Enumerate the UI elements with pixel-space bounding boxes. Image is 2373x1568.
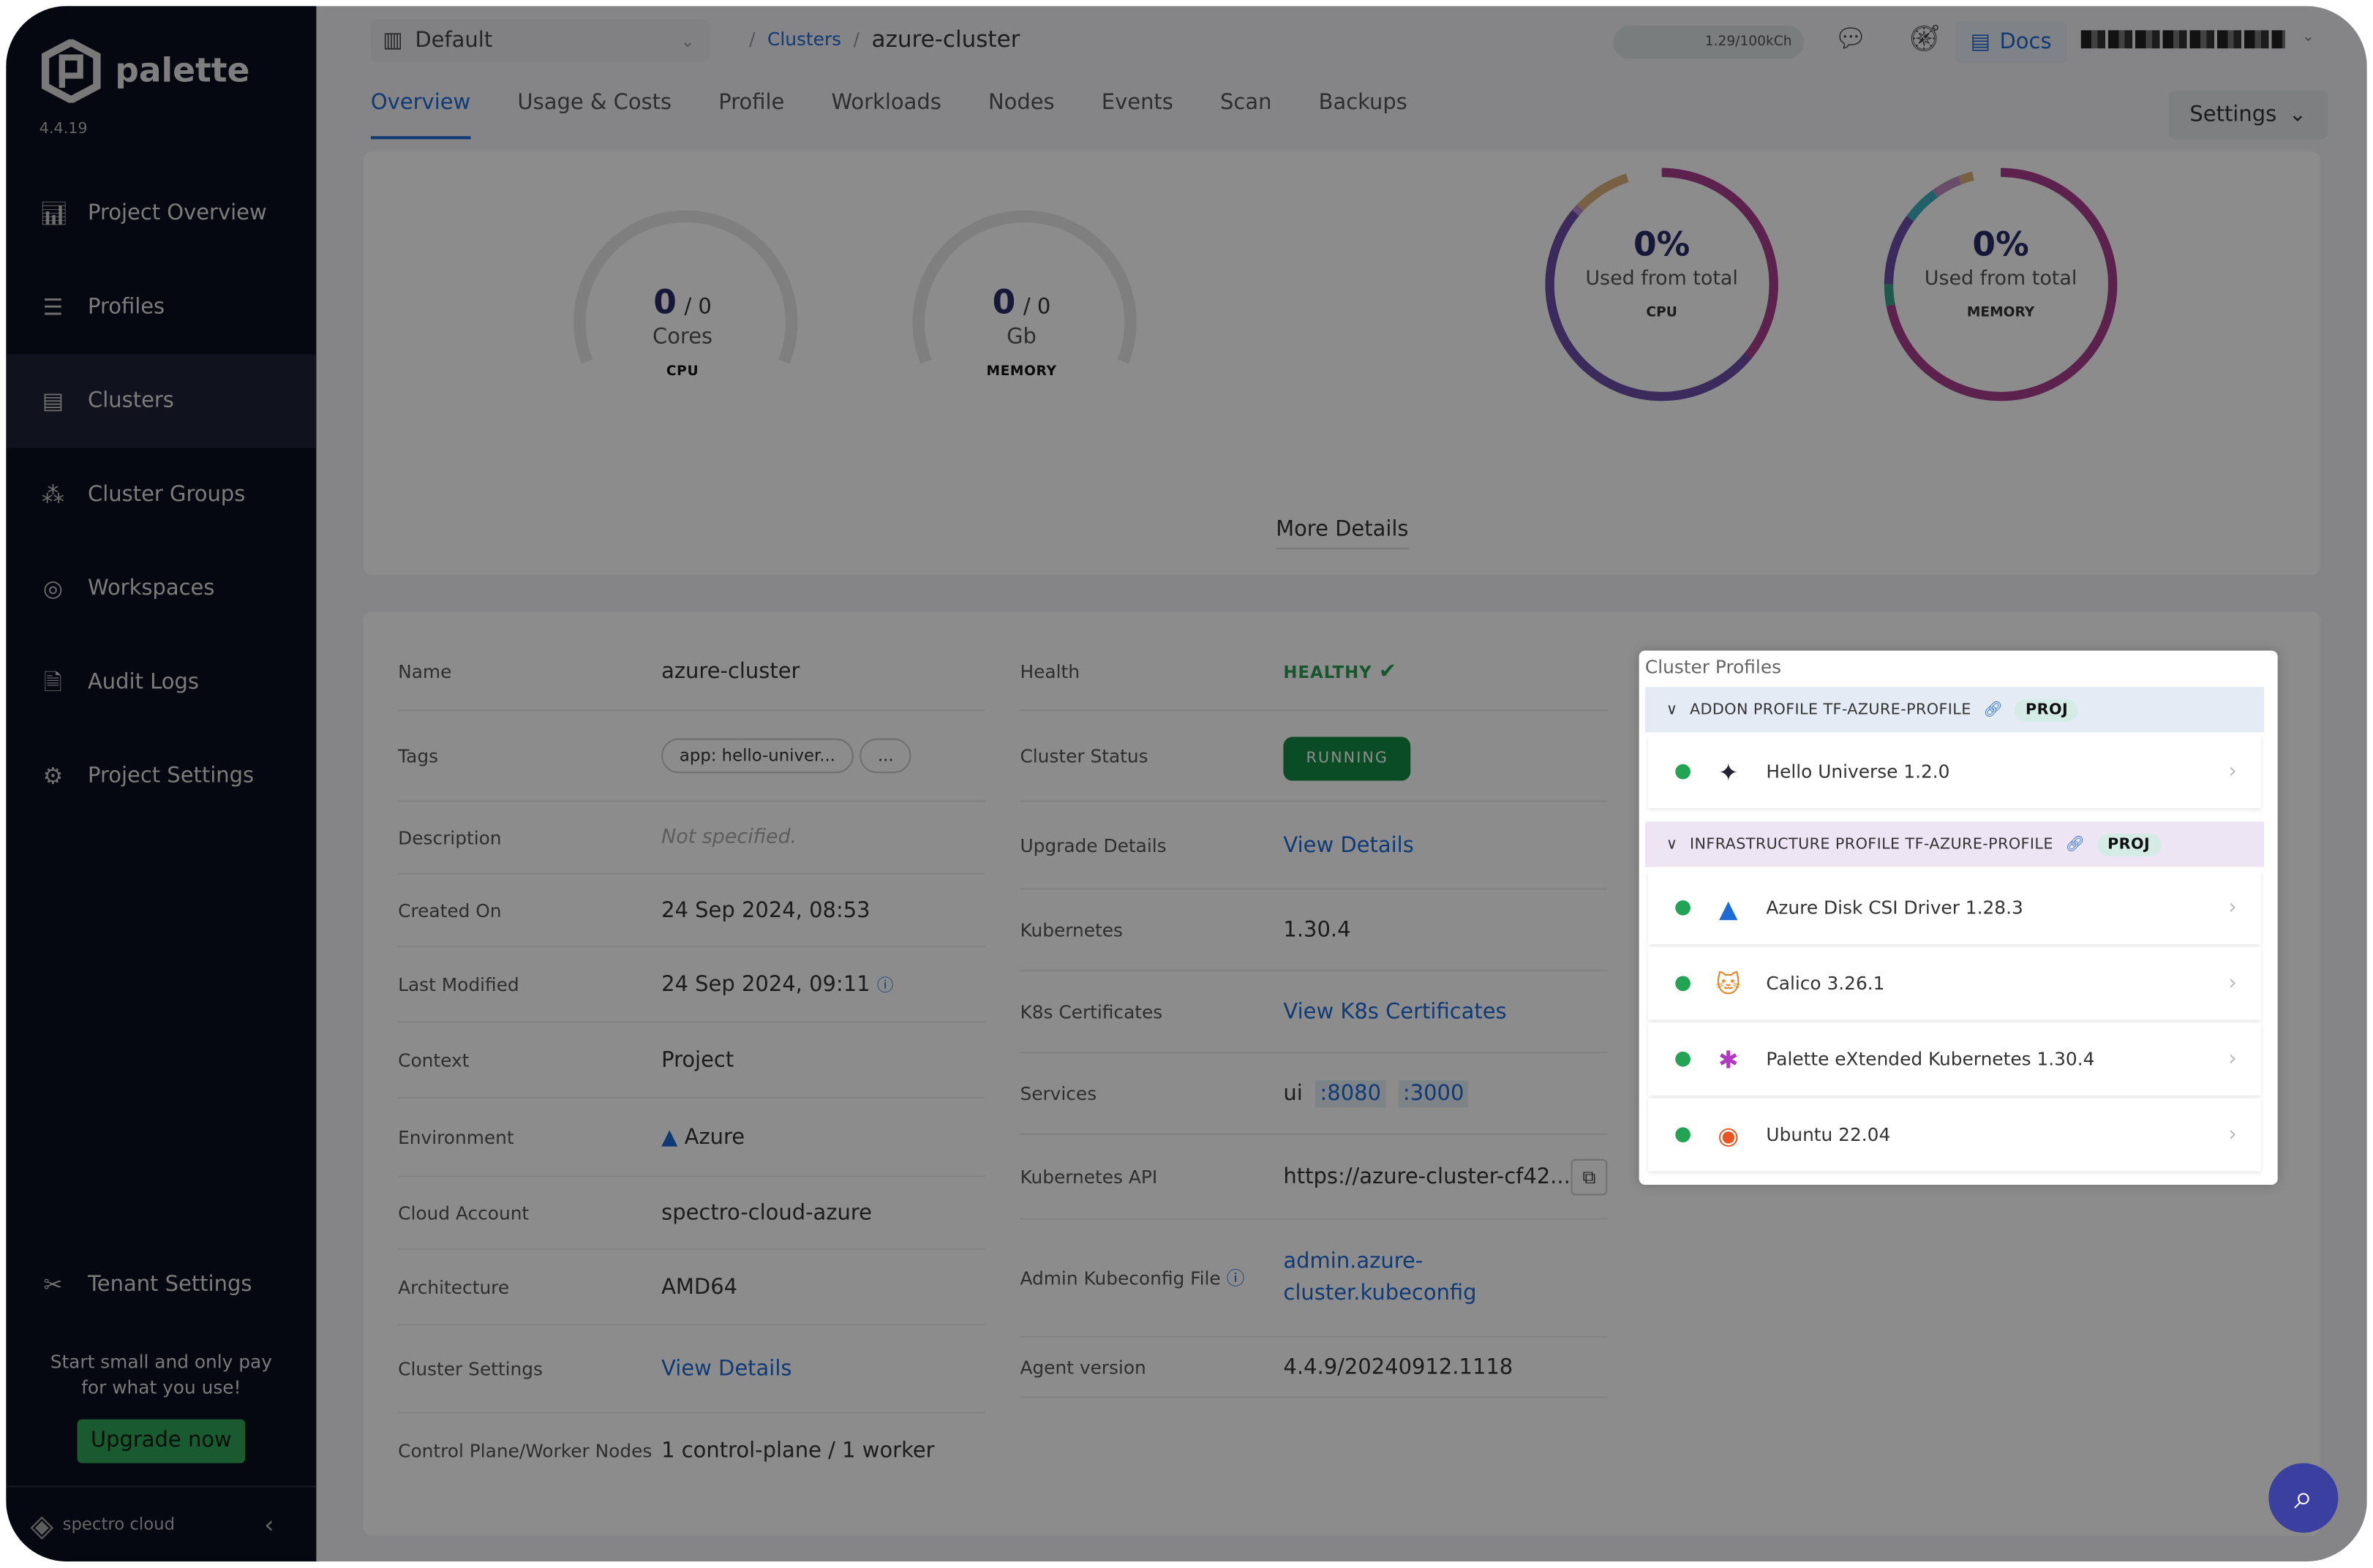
proj-badge: PROJ [2096,832,2161,856]
chevron-right-icon: › [2228,759,2237,784]
pack-item[interactable]: ✱ Palette eXtended Kubernetes 1.30.4 › [1648,1022,2261,1096]
chevron-down-icon[interactable]: ∨ [1666,701,1678,718]
link-icon[interactable]: 🔗︎ [1983,701,2003,718]
chevron-right-icon: › [2228,971,2237,996]
pack-item[interactable]: ✦ Hello Universe 1.2.0 › [1648,735,2261,808]
cluster-profiles-title: Cluster Profiles [1644,656,1782,678]
status-dot [1675,976,1691,992]
status-dot [1675,900,1691,916]
addon-profile-header[interactable]: ∨ ADDON PROFILE TF-AZURE-PROFILE 🔗︎ PROJ [1644,687,2265,733]
help-search-button[interactable]: ⌕ [2268,1463,2339,1533]
chevron-right-icon: › [2228,1123,2237,1147]
infra-profile-header[interactable]: ∨ INFRASTRUCTURE PROFILE TF-AZURE-PROFILE… [1644,821,2265,867]
addon-profile-name: ADDON PROFILE TF-AZURE-PROFILE [1689,701,1971,718]
azure-icon: ▲ [1718,893,1738,922]
app-window: palette 4.4.19 📊︎ Project Overview ☰ Profi… [6,6,2367,1562]
search-icon: ⌕ [2294,1479,2313,1518]
status-dot [1675,1051,1691,1067]
pack-name: Ubuntu 22.04 [1766,1124,1891,1146]
chevron-right-icon: › [2228,895,2237,920]
pack-item[interactable]: ▲ Azure Disk CSI Driver 1.28.3 › [1648,871,2261,944]
pack-item[interactable]: 🐱︎ Calico 3.26.1 › [1648,947,2261,1020]
cluster-profiles-card: Cluster Profiles ∨ ADDON PROFILE TF-AZURE… [1639,650,2278,1185]
status-dot [1675,1127,1691,1143]
hello-universe-icon: ✦ [1718,757,1739,786]
pack-name: Azure Disk CSI Driver 1.28.3 [1766,897,2023,919]
chevron-down-icon[interactable]: ∨ [1666,836,1678,853]
pack-item[interactable]: ◉ Ubuntu 22.04 › [1648,1098,2261,1172]
pack-name: Palette eXtended Kubernetes 1.30.4 [1766,1048,2095,1070]
ubuntu-icon: ◉ [1718,1120,1740,1150]
status-dot [1675,764,1691,780]
calico-icon: 🐱︎ [1715,969,1741,998]
pack-name: Hello Universe 1.2.0 [1766,761,1950,783]
kubernetes-icon: ✱ [1718,1044,1739,1074]
proj-badge: PROJ [2015,698,2079,721]
link-icon[interactable]: 🔗︎ [2065,836,2085,853]
chevron-right-icon: › [2228,1047,2237,1071]
pack-name: Calico 3.26.1 [1766,973,1885,995]
infra-profile-name: INFRASTRUCTURE PROFILE TF-AZURE-PROFILE [1689,836,2053,853]
